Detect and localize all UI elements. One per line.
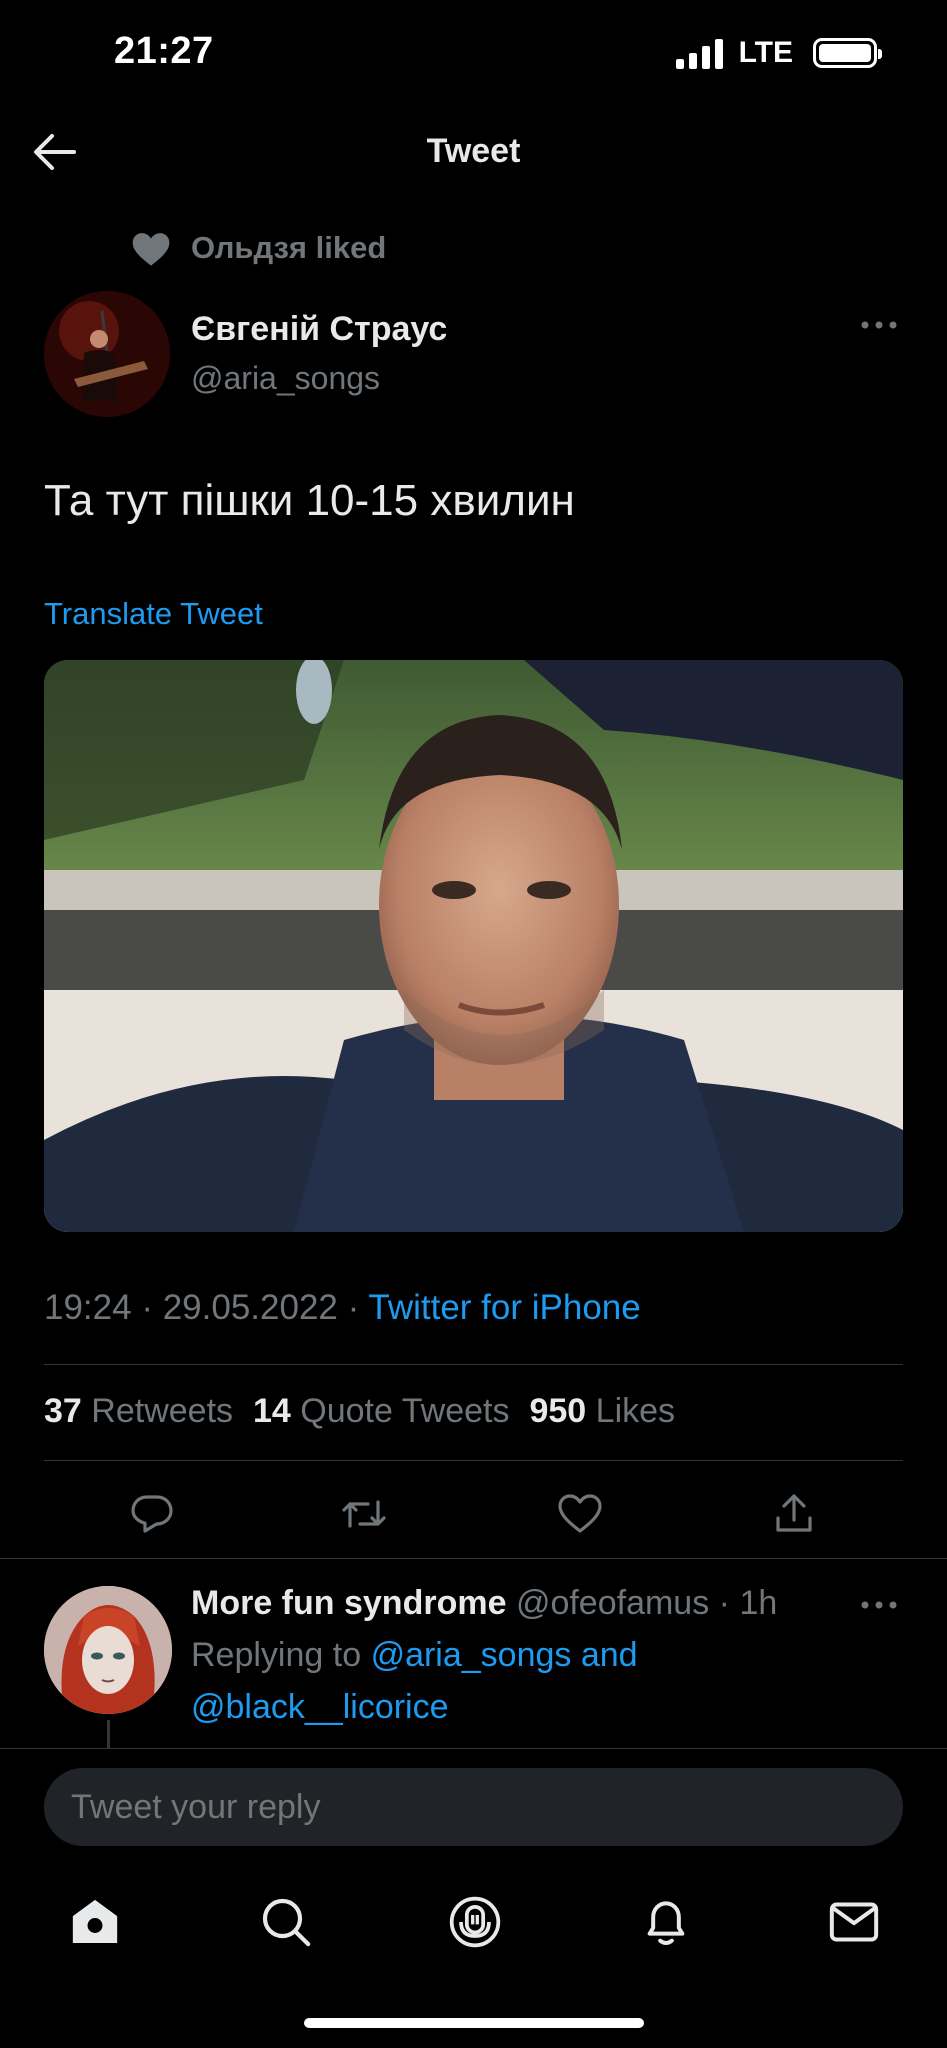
reply-author-handle[interactable]: @ofeofamus xyxy=(516,1584,709,1622)
reply-avatar[interactable] xyxy=(44,1586,172,1714)
mention-link[interactable]: @black__licorice xyxy=(191,1688,449,1727)
reply-age: 1h xyxy=(739,1584,778,1622)
tweet-stats: 37 Retweets 14 Quote Tweets 950 Likes xyxy=(44,1392,695,1431)
status-time: 21:27 xyxy=(114,30,214,72)
network-label: LTE xyxy=(738,36,793,69)
reply-icon[interactable] xyxy=(128,1490,176,1538)
tweet-source-link[interactable]: Twitter for iPhone xyxy=(368,1288,640,1327)
reply-author-name[interactable]: More fun syndrome xyxy=(191,1584,506,1622)
social-context-label[interactable]: Ольдзя liked xyxy=(191,230,386,266)
divider xyxy=(0,1558,947,1559)
author-handle[interactable]: @aria_songs xyxy=(191,360,380,397)
thread-line xyxy=(107,1720,110,1748)
battery-icon xyxy=(813,38,882,68)
replying-to-line: Replying to @aria_songs and xyxy=(191,1636,638,1674)
author-name[interactable]: Євгеній Страус xyxy=(191,310,447,349)
home-indicator[interactable] xyxy=(304,2018,644,2028)
search-icon[interactable] xyxy=(258,1894,314,1950)
tweet-timestamp: 19:24 · 29.05.2022 · Twitter for iPhone xyxy=(44,1288,641,1327)
notifications-icon[interactable] xyxy=(638,1894,694,1950)
quote-tweets-stat[interactable]: 14 Quote Tweets xyxy=(253,1392,509,1431)
like-icon[interactable] xyxy=(556,1490,604,1538)
mention-link[interactable]: @aria_songs and xyxy=(371,1636,638,1674)
page-title: Tweet xyxy=(426,132,521,170)
avatar[interactable] xyxy=(44,291,170,417)
messages-icon[interactable] xyxy=(826,1894,882,1950)
home-icon[interactable] xyxy=(67,1894,123,1950)
retweet-icon[interactable] xyxy=(340,1490,388,1538)
translate-tweet-link[interactable]: Translate Tweet xyxy=(44,596,263,632)
divider xyxy=(0,1748,947,1749)
tweet-photo[interactable] xyxy=(44,660,903,1232)
reply-header: More fun syndrome @ofeofamus · 1h xyxy=(191,1584,778,1622)
divider xyxy=(44,1460,903,1461)
signal-icon xyxy=(675,37,723,69)
heart-filled-icon xyxy=(132,233,170,266)
spaces-icon[interactable] xyxy=(447,1894,503,1950)
retweets-stat[interactable]: 37 Retweets xyxy=(44,1392,233,1431)
more-horizontal-icon[interactable] xyxy=(859,318,899,332)
tweet-date: 29.05.2022 xyxy=(162,1288,338,1327)
share-icon[interactable] xyxy=(770,1490,818,1538)
reply-input[interactable] xyxy=(44,1768,903,1846)
divider xyxy=(44,1364,903,1365)
likes-stat[interactable]: 950 Likes xyxy=(529,1392,675,1431)
status-indicators: LTE xyxy=(675,36,882,70)
more-horizontal-icon[interactable] xyxy=(859,1598,899,1612)
tweet-time: 19:24 xyxy=(44,1288,132,1327)
tweet-text: Та тут пішки 10-15 хвилин xyxy=(44,476,575,525)
